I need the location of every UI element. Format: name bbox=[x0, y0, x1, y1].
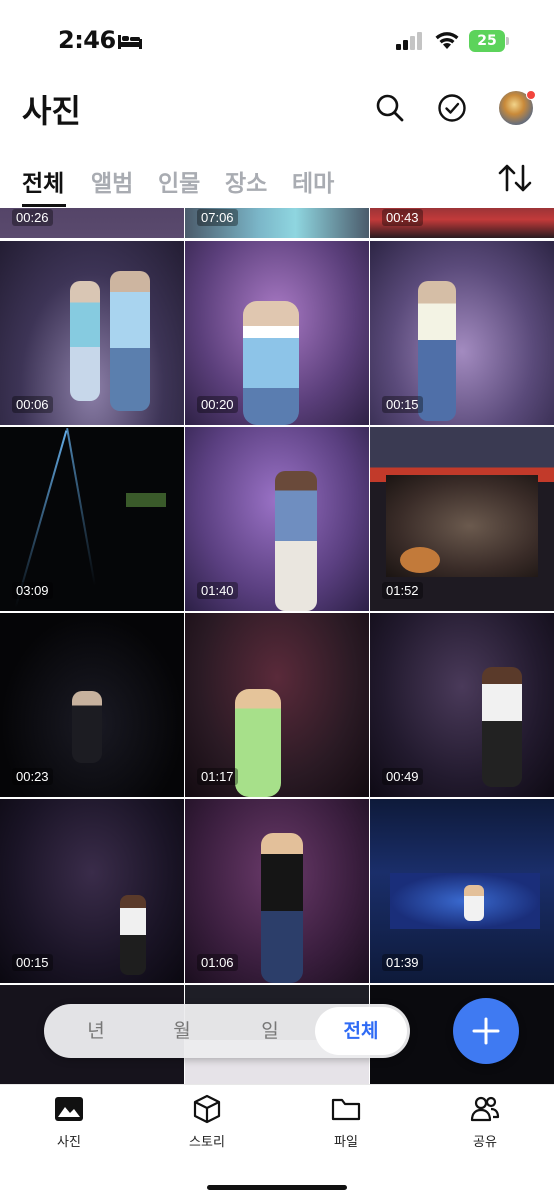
folder-icon bbox=[331, 1098, 361, 1121]
video-duration: 00:15 bbox=[12, 954, 53, 971]
video-thumbnail[interactable]: 00:23 bbox=[0, 613, 184, 797]
nav-label: 공유 bbox=[473, 1135, 497, 1150]
video-duration: 01:39 bbox=[382, 954, 423, 971]
category-tabs: 전체 앨범 인물 장소 테마 bbox=[0, 160, 554, 208]
video-thumbnail[interactable]: 00:06 bbox=[0, 241, 184, 425]
video-thumbnail[interactable]: 01:52 bbox=[370, 427, 554, 611]
video-thumbnail[interactable]: 03:09 bbox=[0, 427, 184, 611]
cube-icon bbox=[193, 1094, 221, 1124]
tab-albums[interactable]: 앨범 bbox=[91, 164, 133, 198]
nav-share[interactable]: 공유 bbox=[440, 1093, 530, 1150]
video-duration: 07:06 bbox=[197, 209, 238, 226]
battery-level: 25 bbox=[469, 30, 505, 52]
performer-figure bbox=[275, 471, 317, 611]
performer-figure bbox=[464, 885, 484, 921]
wifi-icon bbox=[435, 32, 459, 49]
page-title: 사진 bbox=[22, 92, 81, 130]
performer-figure bbox=[261, 833, 303, 983]
video-duration: 00:49 bbox=[382, 768, 423, 785]
video-duration: 01:52 bbox=[382, 582, 423, 599]
nav-label: 스토리 bbox=[189, 1135, 225, 1150]
select-button[interactable] bbox=[432, 88, 472, 128]
video-thumbnail[interactable]: 01:06 bbox=[185, 799, 369, 983]
video-duration: 00:23 bbox=[12, 768, 53, 785]
add-button[interactable] bbox=[453, 998, 519, 1064]
performer-figure bbox=[110, 271, 150, 411]
tab-places[interactable]: 장소 bbox=[225, 164, 267, 198]
video-duration: 00:15 bbox=[382, 396, 423, 413]
battery-indicator: 25 bbox=[469, 30, 509, 52]
tab-themes[interactable]: 테마 bbox=[292, 164, 334, 198]
performer-figure bbox=[70, 281, 100, 401]
tab-people[interactable]: 인물 bbox=[158, 164, 200, 198]
status-bar: 2:46 25 bbox=[0, 0, 554, 80]
video-thumbnail[interactable]: 00:15 bbox=[370, 241, 554, 425]
bottom-navigation: 사진 스토리 파일 공유 bbox=[0, 1084, 554, 1200]
avatar bbox=[499, 90, 536, 125]
notification-dot bbox=[526, 90, 536, 100]
home-indicator bbox=[207, 1185, 347, 1190]
nav-label: 사진 bbox=[57, 1135, 81, 1150]
video-thumbnail[interactable]: 01:17 bbox=[185, 613, 369, 797]
performer-figure bbox=[243, 301, 299, 425]
performer-figure bbox=[120, 895, 146, 975]
video-duration: 00:43 bbox=[382, 209, 423, 226]
nav-files[interactable]: 파일 bbox=[301, 1093, 391, 1150]
video-thumbnail[interactable]: 00:15 bbox=[0, 799, 184, 983]
check-circle-icon bbox=[438, 94, 466, 122]
cellular-signal-icon bbox=[396, 32, 422, 50]
video-duration: 03:09 bbox=[12, 582, 53, 599]
segment-year[interactable]: 년 bbox=[66, 1004, 126, 1058]
search-button[interactable] bbox=[370, 88, 410, 128]
date-granularity-control: 년 월 일 전체 bbox=[44, 1004, 410, 1058]
video-duration: 00:06 bbox=[12, 396, 53, 413]
battery-tip bbox=[506, 37, 509, 45]
video-duration: 01:40 bbox=[197, 582, 238, 599]
nav-label: 파일 bbox=[334, 1135, 358, 1150]
search-icon bbox=[376, 94, 404, 122]
performer-figure bbox=[235, 689, 281, 797]
light-beam bbox=[66, 428, 96, 586]
sort-arrows-icon[interactable] bbox=[496, 160, 534, 196]
active-tab-underline bbox=[22, 204, 66, 207]
video-thumbnail[interactable]: 00:26 bbox=[0, 208, 184, 238]
video-thumbnail[interactable]: 01:39 bbox=[370, 799, 554, 983]
video-thumbnail[interactable]: 00:43 bbox=[370, 208, 554, 238]
performer-figure bbox=[72, 691, 102, 763]
video-duration: 01:17 bbox=[197, 768, 238, 785]
segment-day[interactable]: 일 bbox=[240, 1004, 300, 1058]
plus-icon bbox=[472, 1017, 500, 1045]
video-duration: 00:26 bbox=[12, 209, 53, 226]
tab-all[interactable]: 전체 bbox=[22, 164, 64, 198]
video-thumbnail[interactable]: 00:20 bbox=[185, 241, 369, 425]
segment-all[interactable]: 전체 bbox=[315, 1007, 407, 1055]
screen-light bbox=[126, 493, 166, 507]
guitar-shape bbox=[400, 547, 440, 573]
sleep-bed-icon bbox=[118, 35, 142, 49]
video-duration: 00:20 bbox=[197, 396, 238, 413]
photo-icon bbox=[55, 1097, 83, 1121]
segment-month[interactable]: 월 bbox=[152, 1004, 212, 1058]
photo-grid: 00:26 07:06 00:43 00:06 00:20 00:15 03:0… bbox=[0, 208, 554, 1084]
video-thumbnail[interactable]: 01:40 bbox=[185, 427, 369, 611]
video-thumbnail[interactable]: 00:49 bbox=[370, 613, 554, 797]
people-icon bbox=[470, 1096, 500, 1122]
nav-stories[interactable]: 스토리 bbox=[162, 1093, 252, 1150]
header: 사진 bbox=[0, 80, 554, 140]
video-duration: 01:06 bbox=[197, 954, 238, 971]
nav-photos[interactable]: 사진 bbox=[24, 1093, 114, 1150]
performer-figure bbox=[482, 667, 522, 787]
video-thumbnail[interactable]: 07:06 bbox=[185, 208, 369, 238]
status-time: 2:46 bbox=[58, 26, 116, 54]
performer-figure bbox=[418, 281, 456, 421]
profile-button[interactable] bbox=[496, 88, 536, 128]
